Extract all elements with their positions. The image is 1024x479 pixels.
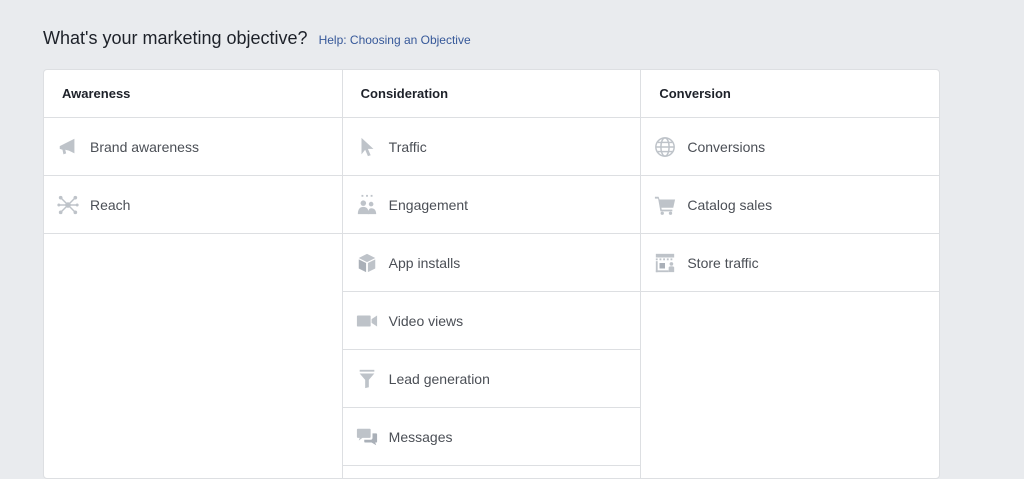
column-conversion: Conversion Conversions Catalog sales Sto… <box>641 70 939 478</box>
column-consideration: Consideration Traffic Engagement App ins… <box>342 70 642 478</box>
help-link[interactable]: Help: Choosing an Objective <box>319 33 471 47</box>
column-header-consideration: Consideration <box>342 70 641 118</box>
objective-engagement[interactable]: Engagement <box>342 176 641 234</box>
objective-label: Engagement <box>388 196 469 213</box>
objective-label: Brand awareness <box>90 138 199 155</box>
objective-app-installs[interactable]: App installs <box>342 234 641 292</box>
objective-video-views[interactable]: Video views <box>342 292 641 350</box>
page-title: What's your marketing objective? <box>43 28 308 48</box>
objective-label: Video views <box>388 312 464 329</box>
store-icon <box>653 251 677 275</box>
cursor-icon <box>355 135 379 159</box>
column-awareness: Awareness Brand awareness Reach <box>44 70 343 478</box>
objective-table: Awareness Brand awareness Reach Consider… <box>43 69 940 479</box>
column-header-conversion: Conversion <box>641 70 939 118</box>
objective-store-traffic[interactable]: Store traffic <box>641 234 939 292</box>
objective-traffic[interactable]: Traffic <box>342 118 641 176</box>
objective-messages[interactable]: Messages <box>342 408 641 466</box>
objective-catalog-sales[interactable]: Catalog sales <box>641 176 939 234</box>
shopping-cart-icon <box>653 193 677 217</box>
objective-label: Messages <box>388 428 453 445</box>
funnel-icon <box>355 367 379 391</box>
objective-brand-awareness[interactable]: Brand awareness <box>44 118 342 176</box>
people-icon <box>355 193 379 217</box>
header: What's your marketing objective? Help: C… <box>43 28 471 49</box>
objective-label: Traffic <box>388 138 427 155</box>
objective-lead-generation[interactable]: Lead generation <box>342 350 641 408</box>
reach-icon <box>56 193 80 217</box>
objective-reach[interactable]: Reach <box>44 176 342 234</box>
objective-label: Catalog sales <box>687 196 773 213</box>
chat-bubbles-icon <box>355 425 379 449</box>
box-icon <box>355 251 379 275</box>
objective-label: Store traffic <box>687 254 759 271</box>
video-camera-icon <box>355 309 379 333</box>
objective-conversions[interactable]: Conversions <box>641 118 939 176</box>
objective-label: Conversions <box>687 138 766 155</box>
column-header-awareness: Awareness <box>44 70 342 118</box>
objective-label: App installs <box>388 254 461 271</box>
globe-icon <box>653 135 677 159</box>
megaphone-icon <box>56 135 80 159</box>
objective-label: Reach <box>90 196 131 213</box>
objective-label: Lead generation <box>388 370 490 387</box>
